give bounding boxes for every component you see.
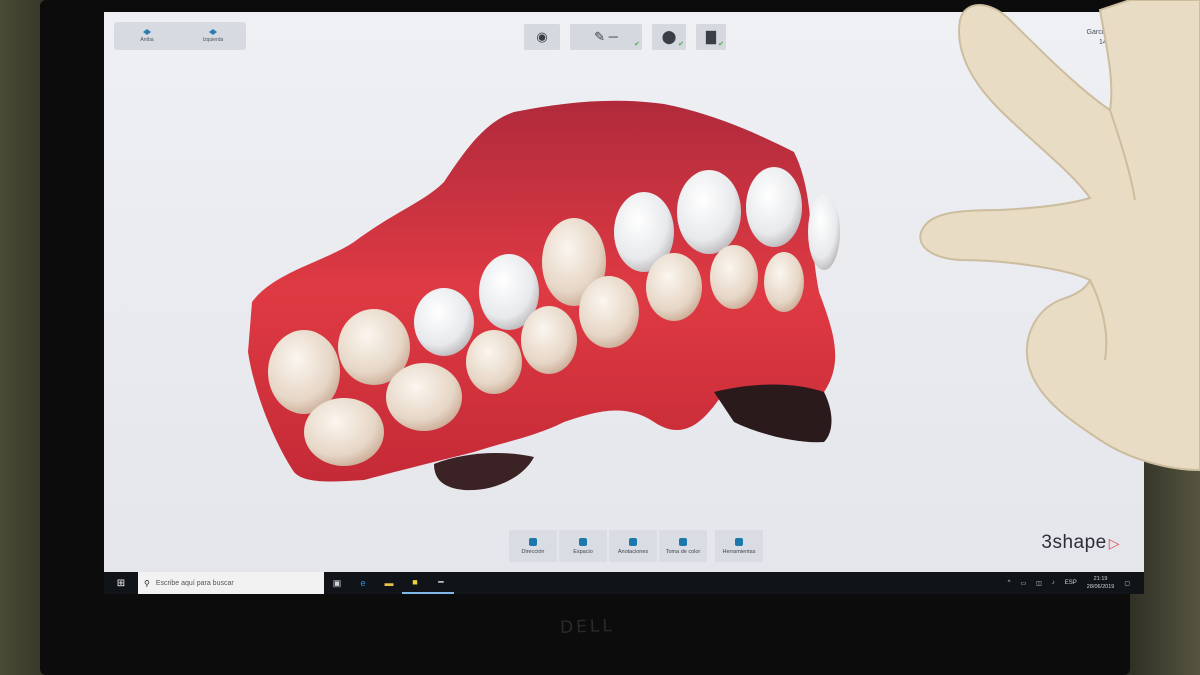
- view-controls: Arriba Izquierda: [114, 22, 246, 50]
- view-top-label: Arriba: [140, 37, 154, 43]
- tool-annotations-button[interactable]: Anotaciones: [609, 530, 657, 562]
- tool-color-button[interactable]: Toma de color: [659, 530, 707, 562]
- tool-label: Toma de color: [665, 548, 701, 555]
- network-icon[interactable]: ◫: [1036, 580, 1042, 587]
- taskbar-search[interactable]: ⚲ Escribe aquí para buscar: [138, 572, 324, 594]
- check-icon: ✔: [718, 41, 724, 48]
- workflow-step-tooth[interactable]: ⬤ ✔: [652, 24, 686, 50]
- view-left-label: Izquierda: [202, 37, 224, 43]
- color-camera-icon: [679, 537, 687, 546]
- view-left-button[interactable]: Izquierda: [180, 22, 246, 50]
- tooth: [764, 252, 804, 312]
- gloved-hand: [919, 0, 1200, 472]
- system-tray: ^ ▭ ◫ ♪ ESP 21:19 28/06/2019 ▢: [1008, 575, 1144, 591]
- tooth: [808, 194, 840, 270]
- view-arrow-icon: [209, 29, 217, 35]
- start-button[interactable]: ⊞: [104, 572, 138, 594]
- edge-icon[interactable]: e: [350, 572, 376, 594]
- notifications-icon[interactable]: ▢: [1124, 580, 1130, 587]
- tooth: [646, 253, 702, 321]
- battery-icon[interactable]: ▭: [1020, 580, 1026, 587]
- clock-time: 21:19: [1093, 576, 1108, 582]
- sticky-notes-icon[interactable]: ■: [402, 572, 428, 594]
- view-top-button[interactable]: Arriba: [114, 22, 180, 50]
- tooth: [710, 245, 758, 309]
- brand-name: 3shape: [1041, 532, 1107, 553]
- direction-icon: [529, 537, 537, 546]
- tooth: [466, 330, 522, 394]
- comment-icon: [629, 537, 637, 546]
- scan-shadow: [714, 384, 832, 443]
- glove-shape: [919, 0, 1200, 472]
- tools-icon: [735, 537, 743, 546]
- clock[interactable]: 21:19 28/06/2019: [1087, 575, 1115, 591]
- search-icon: ⚲: [144, 578, 150, 588]
- task-view-icon[interactable]: ▣: [324, 572, 350, 594]
- tooth: [746, 167, 802, 247]
- app-window-icon[interactable]: ━: [428, 572, 454, 594]
- windows-icon: ⊞: [116, 577, 126, 589]
- check-icon: ✔: [678, 41, 684, 48]
- tooth-icon: ⬤: [661, 29, 677, 44]
- brand-triangle-icon: ▷: [1108, 535, 1120, 551]
- tooth: [521, 306, 577, 374]
- dental-scan-model[interactable]: [234, 92, 874, 512]
- folder-icon: ▇: [706, 29, 716, 44]
- check-icon: ✔: [634, 41, 640, 48]
- workflow-step-send[interactable]: ▇ ✔: [696, 24, 726, 50]
- file-explorer-icon[interactable]: ▬: [376, 572, 402, 594]
- space-icon: [579, 537, 587, 546]
- tool-label: Dirección: [521, 548, 545, 555]
- scan-shadow: [434, 452, 534, 491]
- tooth: [386, 363, 462, 431]
- workflow-steps: ◉ ✎ ─ ✔ ⬤ ✔ ▇ ✔: [524, 24, 726, 50]
- windows-taskbar: ⊞ ⚲ Escribe aquí para buscar ▣ e ▬ ■ ━ ^…: [104, 572, 1144, 594]
- tooth: [304, 398, 384, 466]
- tool-label: Herramientas: [722, 548, 756, 555]
- clock-date: 28/06/2019: [1086, 584, 1115, 590]
- view-arrow-icon: [143, 29, 151, 35]
- brand-logo: 3shape ▷: [1041, 532, 1120, 554]
- dell-logo: DELL: [559, 616, 616, 638]
- tool-direction-button[interactable]: Dirección: [509, 530, 557, 562]
- prep-icon: ✎ ─: [594, 29, 618, 44]
- tooth: [579, 276, 639, 348]
- language-indicator[interactable]: ESP: [1065, 580, 1077, 586]
- scan-head-icon: ◉: [536, 29, 548, 44]
- search-placeholder: Escribe aquí para buscar: [155, 579, 234, 587]
- tooth: [677, 170, 741, 254]
- chevron-up-icon[interactable]: ^: [1008, 580, 1011, 586]
- tool-label: Anotaciones: [617, 548, 649, 555]
- bottom-toolbar: Dirección Espacio Anotaciones Toma de co…: [509, 530, 763, 562]
- tool-tools-button[interactable]: Herramientas: [715, 530, 763, 562]
- tool-label: Espacio: [573, 548, 593, 555]
- tool-space-button[interactable]: Espacio: [559, 530, 607, 562]
- volume-icon[interactable]: ♪: [1052, 580, 1055, 586]
- workflow-step-scan[interactable]: ◉: [524, 24, 560, 50]
- workflow-step-prep[interactable]: ✎ ─ ✔: [570, 24, 642, 50]
- tooth: [414, 288, 474, 356]
